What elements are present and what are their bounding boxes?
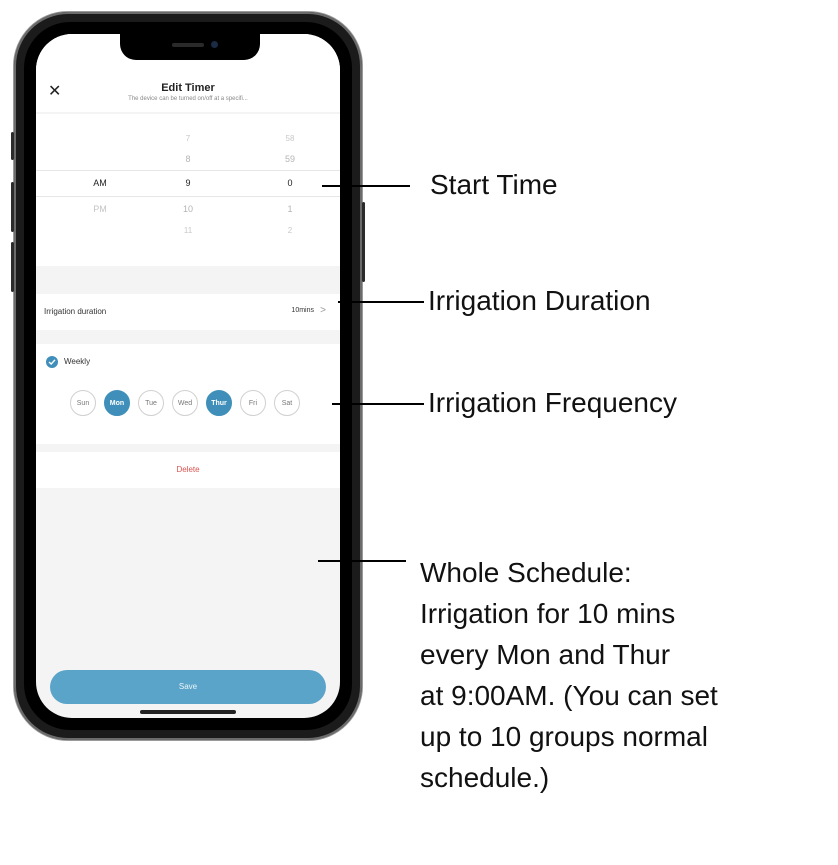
- schedule-line: at 9:00AM. (You can set: [420, 680, 718, 711]
- picker-hour-item[interactable]: 10: [168, 204, 208, 214]
- day-wed[interactable]: Wed: [172, 390, 198, 416]
- phone-screen: ✕ Edit Timer The device can be turned on…: [36, 34, 340, 718]
- schedule-line: Whole Schedule:: [420, 557, 632, 588]
- day-tue[interactable]: Tue: [138, 390, 164, 416]
- save-button[interactable]: Save: [50, 670, 326, 704]
- schedule-annotation: Whole Schedule: Irrigation for 10 mins e…: [420, 552, 838, 798]
- delete-button[interactable]: Delete: [36, 465, 340, 474]
- picker-hour-selected[interactable]: 9: [168, 178, 208, 188]
- schedule-line: up to 10 groups normal: [420, 721, 708, 752]
- chevron-right-icon: >: [320, 305, 326, 316]
- camera-icon: [211, 41, 218, 48]
- day-sat[interactable]: Sat: [274, 390, 300, 416]
- check-circle-icon[interactable]: [46, 356, 58, 368]
- picker-selection-top: [36, 170, 340, 171]
- picker-hour-item[interactable]: 11: [168, 226, 208, 235]
- picker-minute-item[interactable]: 58: [270, 134, 310, 143]
- duration-value: 10mins: [291, 307, 314, 314]
- duration-annotation: Irrigation Duration: [428, 285, 651, 316]
- frequency-annotation: Irrigation Frequency: [428, 387, 678, 418]
- schedule-line: Irrigation for 10 mins: [420, 598, 676, 629]
- day-sun[interactable]: Sun: [70, 390, 96, 416]
- schedule-line: schedule.): [420, 762, 550, 793]
- power-button: [362, 202, 365, 282]
- picker-minute-item[interactable]: 59: [270, 154, 310, 164]
- picker-hour-item[interactable]: 8: [168, 154, 208, 164]
- start-time-annotation: Start Time: [430, 169, 558, 200]
- duration-row[interactable]: Irrigation duration 10mins >: [36, 294, 340, 330]
- picker-ampm-selected[interactable]: AM: [80, 178, 120, 188]
- weekly-label: Weekly: [64, 357, 91, 366]
- schedule-line: every Mon and Thur: [420, 639, 671, 670]
- schedule-pointer-line: [318, 560, 406, 562]
- picker-ampm-item[interactable]: PM: [80, 204, 120, 214]
- volume-up-button: [11, 182, 14, 232]
- speaker: [172, 43, 204, 47]
- picker-selection-bottom: [36, 196, 340, 197]
- day-mon[interactable]: Mon: [104, 390, 130, 416]
- volume-down-button: [11, 242, 14, 292]
- page-title: Edit Timer: [161, 82, 215, 94]
- duration-pointer-line: [338, 301, 424, 303]
- home-indicator[interactable]: [140, 710, 236, 714]
- frequency-section: Weekly Sun Mon Tue Wed Thur Fri Sat: [36, 344, 340, 444]
- picker-minute-item[interactable]: 1: [270, 204, 310, 214]
- frequency-pointer-line: [332, 403, 424, 405]
- notch: [120, 34, 260, 60]
- picker-hour-item[interactable]: 7: [168, 134, 208, 143]
- day-fri[interactable]: Fri: [240, 390, 266, 416]
- day-thur[interactable]: Thur: [206, 390, 232, 416]
- picker-minute-item[interactable]: 2: [270, 226, 310, 235]
- page-subtitle: The device can be turned on/off at a spe…: [128, 96, 248, 102]
- start-time-pointer-line: [322, 185, 410, 187]
- picker-minute-selected[interactable]: 0: [270, 178, 310, 188]
- phone-frame: ✕ Edit Timer The device can be turned on…: [11, 12, 365, 740]
- time-picker[interactable]: AM PM 7 8 9 10 11 58 59 0 1 2: [36, 114, 340, 266]
- mute-switch: [11, 132, 14, 160]
- delete-row[interactable]: Delete: [36, 452, 340, 488]
- duration-label: Irrigation duration: [44, 307, 107, 316]
